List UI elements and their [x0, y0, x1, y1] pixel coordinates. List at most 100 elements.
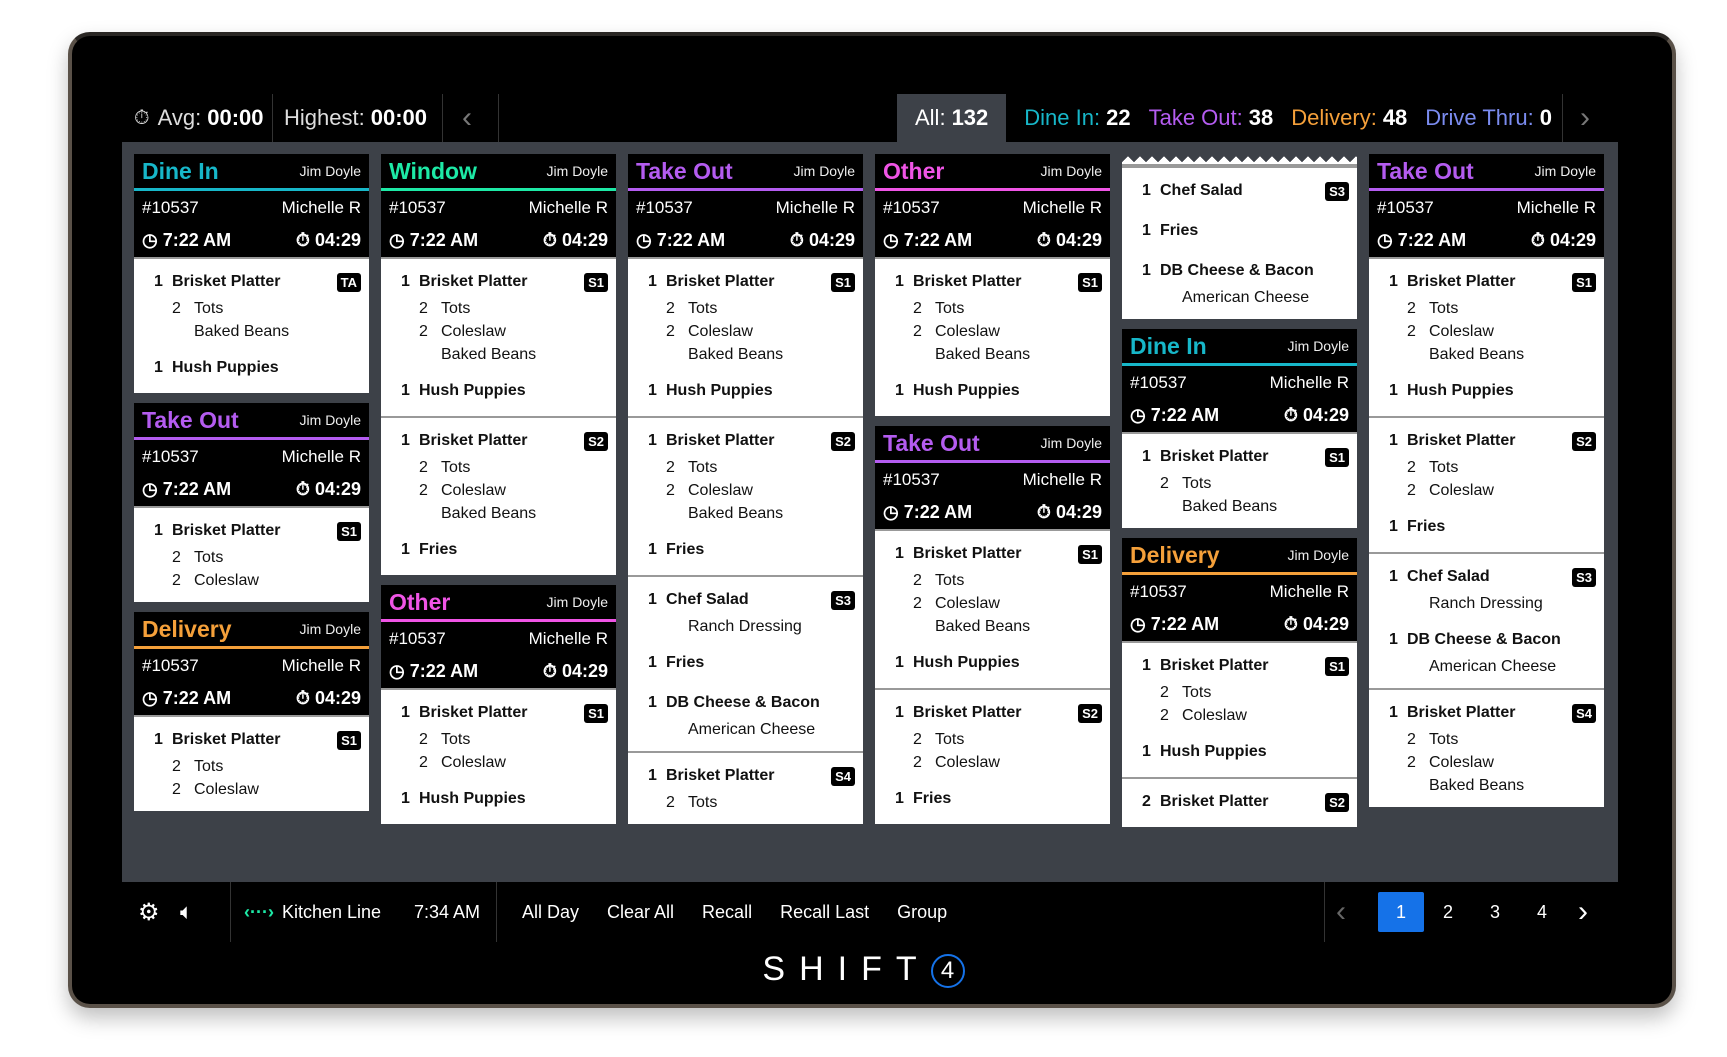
seat-section[interactable]: 1 Brisket Platter S1 2 Tots 2 Coleslaw [134, 506, 369, 602]
order-item[interactable]: 1 Fries [895, 784, 1102, 814]
filter-tab[interactable]: Delivery: 48 [1291, 94, 1407, 142]
order-item[interactable]: 1 Brisket Platter S1 2 Tots 2 Coleslaw Baked Be… [401, 267, 608, 366]
filter-tab[interactable]: All: 132 [897, 94, 1007, 142]
order-item[interactable]: 1 Fries [1142, 216, 1349, 246]
order-ticket[interactable]: Take Out Jim Doyle #10537 Michelle R ◷ 7:22 … [1369, 154, 1604, 807]
seat-section[interactable]: 1 Chef Salad S3 1 Fries 1 DB Cheese & Bacon Ame… [1122, 166, 1357, 319]
seat-section[interactable]: 1 Brisket Platter S2 2 Tots 2 Coleslaw Baked Be… [628, 416, 863, 575]
order-item[interactable]: 1 Hush Puppies [1389, 376, 1596, 406]
order-item[interactable]: 1 Brisket Platter S2 2 Tots 2 Coleslaw [1389, 426, 1596, 502]
order-ticket[interactable]: Delivery Jim Doyle #10537 Michelle R ◷ 7:22 … [134, 612, 369, 811]
seat-section[interactable]: 1 Chef Salad S3 Ranch Dressing 1 Fries 1 DB Che… [628, 575, 863, 751]
order-ticket[interactable]: Other Jim Doyle #10537 Michelle R ◷ 7:22 AM ⏱… [381, 585, 616, 824]
order-ticket[interactable]: Window Jim Doyle #10537 Michelle R ◷ 7:22 AM… [381, 154, 616, 575]
order-item[interactable]: 1 Hush Puppies [648, 376, 855, 406]
order-item[interactable]: 1 DB Cheese & Bacon American Cheese [648, 688, 855, 741]
seat-section[interactable]: 2 Brisket Platter S2 [1122, 777, 1357, 827]
settings-gear-icon[interactable]: ⚙ [138, 882, 160, 942]
seat-section[interactable]: 1 Brisket Platter S1 2 Tots 2 Coleslaw [134, 715, 369, 811]
order-item[interactable]: 1 Brisket Platter S4 2 Tots [648, 761, 855, 814]
order-ticket[interactable]: Delivery Jim Doyle #10537 Michelle R ◷ 7:22 … [1122, 538, 1357, 827]
order-column: Window Jim Doyle #10537 Michelle R ◷ 7:22 AM… [381, 154, 616, 882]
order-item[interactable]: 1 Hush Puppies [895, 376, 1102, 406]
seat-section[interactable]: 1 Brisket Platter S4 2 Tots 2 Coleslaw Baked Be… [1369, 688, 1604, 807]
action-group-button[interactable]: Group [897, 902, 947, 923]
page-button[interactable]: 1 [1378, 892, 1424, 932]
seat-section[interactable]: 1 Chef Salad S3 Ranch Dressing 1 DB Cheese & … [1369, 552, 1604, 688]
seat-section[interactable]: 1 Brisket Platter S2 2 Tots 2 Coleslaw Baked Be… [381, 416, 616, 575]
order-ticket[interactable]: Take Out Jim Doyle #10537 Michelle R ◷ 7:22 … [134, 403, 369, 602]
seat-section[interactable]: 1 Brisket Platter S4 2 Tots [628, 751, 863, 824]
time-row: ◷ 7:22 AM ⏱ 04:29 [875, 496, 1110, 529]
seat-section[interactable]: 1 Brisket Platter TA 2 Tots Baked Beans 1 Hush … [134, 257, 369, 393]
prev-filter-chevron-left-icon[interactable]: ‹ [462, 94, 472, 142]
order-ticket[interactable]: Dine In Jim Doyle #10537 Michelle R ◷ 7:22 A… [1122, 329, 1357, 528]
seat-section[interactable]: 1 Brisket Platter S1 2 Tots 2 Coleslaw 1 Hush Pu… [381, 688, 616, 824]
item-modifier: Baked Beans [648, 343, 855, 366]
order-item[interactable]: 1 Brisket Platter S1 2 Tots 2 Coleslaw Baked Be… [895, 539, 1102, 638]
order-item[interactable]: 1 Brisket Platter S1 2 Tots 2 Coleslaw [1142, 651, 1349, 727]
order-item[interactable]: 1 Fries [1389, 512, 1596, 542]
item-modifier: 2 Coleslaw [895, 592, 1102, 615]
kitchen-line-station[interactable]: ‹···› Kitchen Line [244, 882, 381, 942]
order-item[interactable]: 1 Brisket Platter S1 2 Tots 2 Coleslaw Baked Be… [648, 267, 855, 366]
order-item[interactable]: 1 Brisket Platter S1 2 Tots 2 Coleslaw Baked Be… [1389, 267, 1596, 366]
order-ticket[interactable]: Take Out Jim Doyle #10537 Michelle R ◷ 7:22 … [875, 426, 1110, 824]
page-button[interactable]: 3 [1472, 892, 1518, 932]
order-ticket[interactable]: Other Jim Doyle #10537 Michelle R ◷ 7:22 AM ⏱… [875, 154, 1110, 416]
item-name: Brisket Platter [419, 704, 528, 721]
order-item[interactable]: 1 Hush Puppies [401, 376, 608, 406]
order-item[interactable]: 1 Brisket Platter S1 2 Tots 2 Coleslaw Baked Be… [895, 267, 1102, 366]
order-ticket[interactable]: Take Out Jim Doyle #10537 Michelle R ◷ 7:22 … [628, 154, 863, 824]
filter-tab[interactable]: Drive Thru: 0 [1425, 94, 1552, 142]
order-item[interactable]: 1 Fries [401, 535, 608, 565]
action-recall-button[interactable]: Recall [702, 902, 752, 923]
order-item[interactable]: 1 Chef Salad S3 Ranch Dressing [1389, 562, 1596, 615]
next-filter-chevron-right-icon[interactable]: › [1580, 94, 1590, 142]
action-all-day-button[interactable]: All Day [522, 902, 579, 923]
filter-tab[interactable]: Dine In: 22 [1024, 94, 1130, 142]
order-item[interactable]: 1 Fries [648, 535, 855, 565]
item-line: 1 Brisket Platter S1 [401, 698, 608, 728]
order-item[interactable]: 1 Fries [648, 648, 855, 678]
action-recall-last-button[interactable]: Recall Last [780, 902, 869, 923]
order-item[interactable]: 1 Brisket Platter S2 2 Tots 2 Coleslaw Baked Be… [648, 426, 855, 525]
seat-section[interactable]: 1 Brisket Platter S1 2 Tots Baked Beans [1122, 432, 1357, 528]
filter-tab[interactable]: Take Out: 38 [1149, 94, 1274, 142]
order-item[interactable]: 1 Brisket Platter S2 2 Tots 2 Coleslaw Baked Be… [401, 426, 608, 525]
seat-section[interactable]: 1 Brisket Platter S2 2 Tots 2 Coleslaw 1 Fries [1369, 416, 1604, 552]
order-ticket[interactable]: 1 Chef Salad S3 1 Fries 1 DB Cheese & Bacon Ame… [1122, 154, 1357, 319]
order-info-row: #10537 Michelle R [875, 463, 1110, 496]
seat-section[interactable]: 1 Brisket Platter S1 2 Tots 2 Coleslaw 1 Hush Pu… [1122, 641, 1357, 777]
seat-section[interactable]: 1 Brisket Platter S1 2 Tots 2 Coleslaw Baked Be… [1369, 257, 1604, 416]
order-item[interactable]: 1 Brisket Platter S1 2 Tots Baked Beans [1142, 442, 1349, 518]
seat-section[interactable]: 1 Brisket Platter S1 2 Tots 2 Coleslaw Baked Be… [628, 257, 863, 416]
order-item[interactable]: 1 Hush Puppies [154, 353, 361, 383]
page-button[interactable]: 2 [1425, 892, 1471, 932]
prev-page-chevron-left-icon[interactable]: ‹ [1336, 882, 1346, 942]
order-ticket[interactable]: Dine In Jim Doyle #10537 Michelle R ◷ 7:22 A… [134, 154, 369, 393]
order-item[interactable]: 1 DB Cheese & Bacon American Cheese [1142, 256, 1349, 309]
order-item[interactable]: 1 Chef Salad S3 [1142, 176, 1349, 206]
page-button[interactable]: 4 [1519, 892, 1565, 932]
order-item[interactable]: 1 Brisket Platter S2 2 Tots 2 Coleslaw [895, 698, 1102, 774]
seat-section[interactable]: 1 Brisket Platter S2 2 Tots 2 Coleslaw 1 Fries [875, 688, 1110, 824]
order-item[interactable]: 1 Brisket Platter S1 2 Tots 2 Coleslaw [154, 516, 361, 592]
action-clear-all-button[interactable]: Clear All [607, 902, 674, 923]
order-item[interactable]: 1 Brisket Platter TA 2 Tots Baked Beans [154, 267, 361, 343]
volume-icon[interactable]: 🔈︎ [180, 882, 193, 942]
order-item[interactable]: 1 Brisket Platter S1 2 Tots 2 Coleslaw [154, 725, 361, 801]
order-item[interactable]: 1 DB Cheese & Bacon American Cheese [1389, 625, 1596, 678]
order-item[interactable]: 1 Hush Puppies [1142, 737, 1349, 767]
order-item[interactable]: 1 Brisket Platter S1 2 Tots 2 Coleslaw [401, 698, 608, 774]
order-item[interactable]: 1 Hush Puppies [401, 784, 608, 814]
seat-section[interactable]: 1 Brisket Platter S1 2 Tots 2 Coleslaw Baked Be… [875, 529, 1110, 688]
order-time: ◷ 7:22 AM [142, 479, 231, 500]
order-item[interactable]: 1 Brisket Platter S4 2 Tots 2 Coleslaw Baked Be… [1389, 698, 1596, 797]
order-item[interactable]: 2 Brisket Platter S2 [1142, 787, 1349, 817]
seat-section[interactable]: 1 Brisket Platter S1 2 Tots 2 Coleslaw Baked Be… [381, 257, 616, 416]
order-item[interactable]: 1 Hush Puppies [895, 648, 1102, 678]
next-page-chevron-right-icon[interactable]: › [1578, 882, 1588, 942]
order-item[interactable]: 1 Chef Salad S3 Ranch Dressing [648, 585, 855, 638]
seat-section[interactable]: 1 Brisket Platter S1 2 Tots 2 Coleslaw Baked Be… [875, 257, 1110, 416]
